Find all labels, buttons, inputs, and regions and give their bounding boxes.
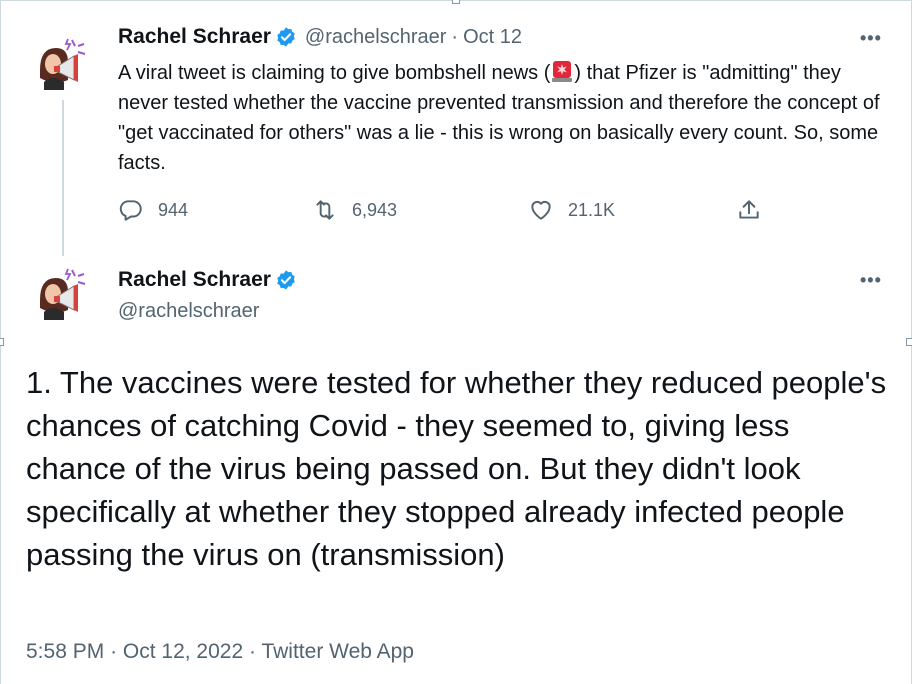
heart-icon (531, 200, 551, 220)
tweet-full-date[interactable]: Oct 12, 2022 (123, 640, 243, 663)
reply-count: 944 (158, 199, 189, 220)
share-button[interactable] (736, 197, 762, 223)
avatar[interactable] (32, 36, 88, 92)
author-handle[interactable]: @rachelschraer (305, 26, 446, 49)
tweet-date[interactable]: Oct 12 (463, 26, 522, 49)
author-handle[interactable]: @rachelschraer (118, 300, 259, 323)
share-icon (739, 200, 759, 219)
author-name[interactable]: Rachel Schraer (118, 25, 271, 49)
thread-connector-line (62, 100, 64, 256)
crop-handle-right[interactable] (906, 338, 912, 346)
tweet2-header: Rachel Schraer (118, 268, 305, 292)
reply-icon (119, 200, 142, 221)
separator-dot: · (249, 640, 256, 663)
author-name[interactable]: Rachel Schraer (118, 268, 271, 292)
retweet-button[interactable]: 6,943 (312, 197, 397, 223)
tweet1-text: A viral tweet is claiming to give bombsh… (118, 58, 888, 178)
crop-handle-top[interactable] (452, 0, 460, 4)
tweet1-action-bar: 944 6,943 21.1K (118, 197, 778, 227)
more-options-icon[interactable]: ••• (860, 28, 882, 49)
separator-dot: · (451, 25, 459, 48)
tweet-metadata: 5:58 PM · Oct 12, 2022 · Twitter Web App (26, 640, 414, 664)
avatar-megaphone-image (40, 38, 86, 90)
more-options-icon[interactable]: ••• (860, 270, 882, 291)
verified-badge-icon (277, 270, 295, 290)
tweet-time[interactable]: 5:58 PM (26, 640, 104, 663)
verified-badge-icon (277, 27, 295, 47)
tweet1-header: Rachel Schraer @rachelschraer · Oct 12 (118, 25, 522, 49)
tweet2-text: 1. The vaccines were tested for whether … (26, 365, 887, 572)
like-button[interactable]: 21.1K (528, 197, 615, 223)
reply-button[interactable]: 944 (118, 197, 188, 223)
retweet-count: 6,943 (352, 199, 398, 220)
separator-dot: · (110, 640, 118, 663)
siren-icon (552, 61, 573, 82)
avatar-megaphone-image (40, 268, 86, 320)
avatar[interactable] (32, 266, 88, 322)
like-count: 21.1K (568, 199, 616, 220)
tweet-source[interactable]: Twitter Web App (261, 640, 414, 663)
crop-handle-left[interactable] (0, 338, 4, 346)
tweet1-text-part1: A viral tweet is claiming to give bombsh… (118, 62, 551, 84)
retweet-icon (316, 200, 334, 220)
